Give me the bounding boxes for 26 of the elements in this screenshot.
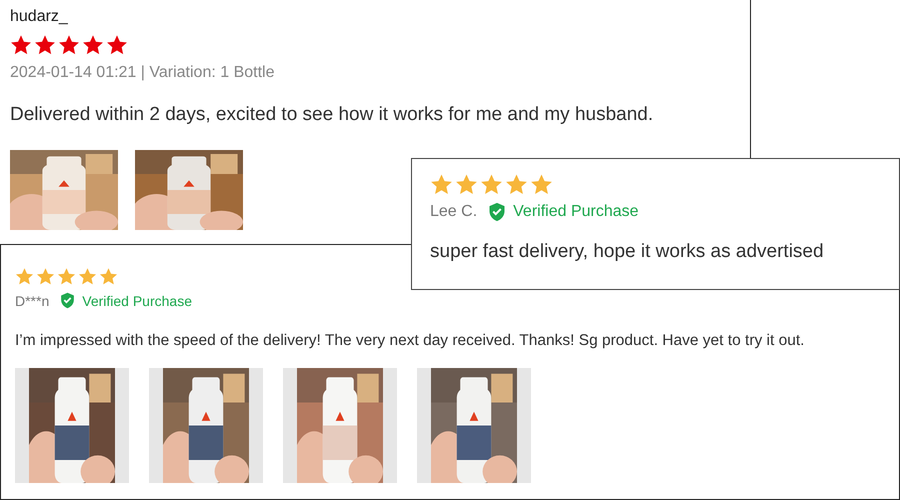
star-icon [106, 34, 128, 56]
verified-label: Verified Purchase [82, 292, 192, 308]
review-text: I’m impressed with the speed of the delivery! The very next day received. Thanks! Sg product. Have yet to try it out. [15, 332, 804, 350]
star-icon [430, 173, 453, 196]
star-icon [57, 267, 76, 286]
review-text: super fast delivery, hope it works as advertised [430, 241, 824, 263]
star-icon [480, 173, 503, 196]
reviewer-name: Lee C. [430, 203, 478, 221]
shield-check-icon [487, 201, 508, 223]
star-icon [530, 173, 553, 196]
shield-check-icon [59, 291, 76, 310]
reviewer-name: hudarz_ [10, 8, 68, 26]
review-date: 2024-01-14 01:21 | Variation: 1 Bottle [10, 64, 274, 82]
star-icon [10, 34, 32, 56]
star-icon [505, 173, 528, 196]
reviewer-name: D***n [15, 292, 50, 308]
star-icon [34, 34, 56, 56]
star-icon [15, 267, 34, 286]
verified-label: Verified Purchase [513, 203, 639, 221]
review-text: Delivered within 2 days, excited to see how it works for me and my husband. [10, 104, 654, 126]
star-icon [455, 173, 478, 196]
star-icon [82, 34, 104, 56]
star-icon [78, 267, 97, 286]
star-icon [99, 267, 118, 286]
star-icon [36, 267, 55, 286]
star-icon [58, 34, 80, 56]
